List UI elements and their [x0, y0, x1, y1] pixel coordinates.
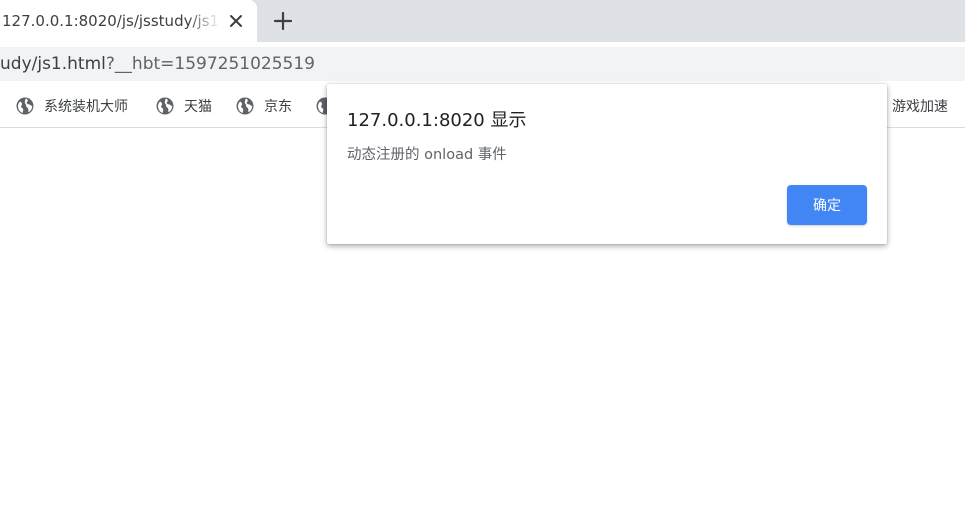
bookmark-label: 京东	[264, 99, 292, 115]
tab-strip: 127.0.0.1:8020/js/jsstudy/js1.html?__hbt…	[0, 0, 965, 42]
browser-window: 127.0.0.1:8020/js/jsstudy/js1.html?__hbt…	[0, 0, 965, 507]
bookmark-xitong-zhuangji-dashi[interactable]: 系统装机大师	[16, 95, 128, 117]
address-bar[interactable]: udy/js1.html?__hbt=1597251025519	[0, 47, 965, 81]
active-tab[interactable]: 127.0.0.1:8020/js/jsstudy/js1.html?__hbt…	[0, 0, 257, 42]
url-query: ?__hbt=1597251025519	[105, 54, 315, 74]
globe-icon	[236, 97, 254, 115]
ok-button[interactable]: 确定	[787, 185, 867, 225]
new-tab-button[interactable]	[272, 10, 294, 32]
alert-dialog: 127.0.0.1:8020 显示 动态注册的 onload 事件 确定	[327, 84, 887, 244]
url-path: udy/js1.html	[0, 54, 106, 74]
bookmark-jingdong[interactable]: 京东	[236, 95, 292, 117]
close-icon[interactable]	[226, 11, 246, 31]
toolbar: udy/js1.html?__hbt=1597251025519	[0, 42, 965, 85]
bookmark-label: 天猫	[184, 99, 212, 115]
dialog-message: 动态注册的 onload 事件	[347, 147, 507, 163]
tab-title: 127.0.0.1:8020/js/jsstudy/js1.html?__hbt…	[2, 12, 220, 30]
plus-icon	[273, 11, 293, 31]
address-bar-url[interactable]: udy/js1.html?__hbt=1597251025519	[0, 54, 315, 74]
globe-icon	[156, 97, 174, 115]
bookmark-label: 游戏加速	[892, 99, 948, 115]
dialog-title: 127.0.0.1:8020 显示	[347, 110, 527, 131]
globe-icon	[16, 97, 34, 115]
bookmark-youxi-jiasu[interactable]: 游戏加速	[892, 95, 948, 117]
bookmark-label: 系统装机大师	[44, 99, 128, 115]
bookmark-tianmao[interactable]: 天猫	[156, 95, 212, 117]
